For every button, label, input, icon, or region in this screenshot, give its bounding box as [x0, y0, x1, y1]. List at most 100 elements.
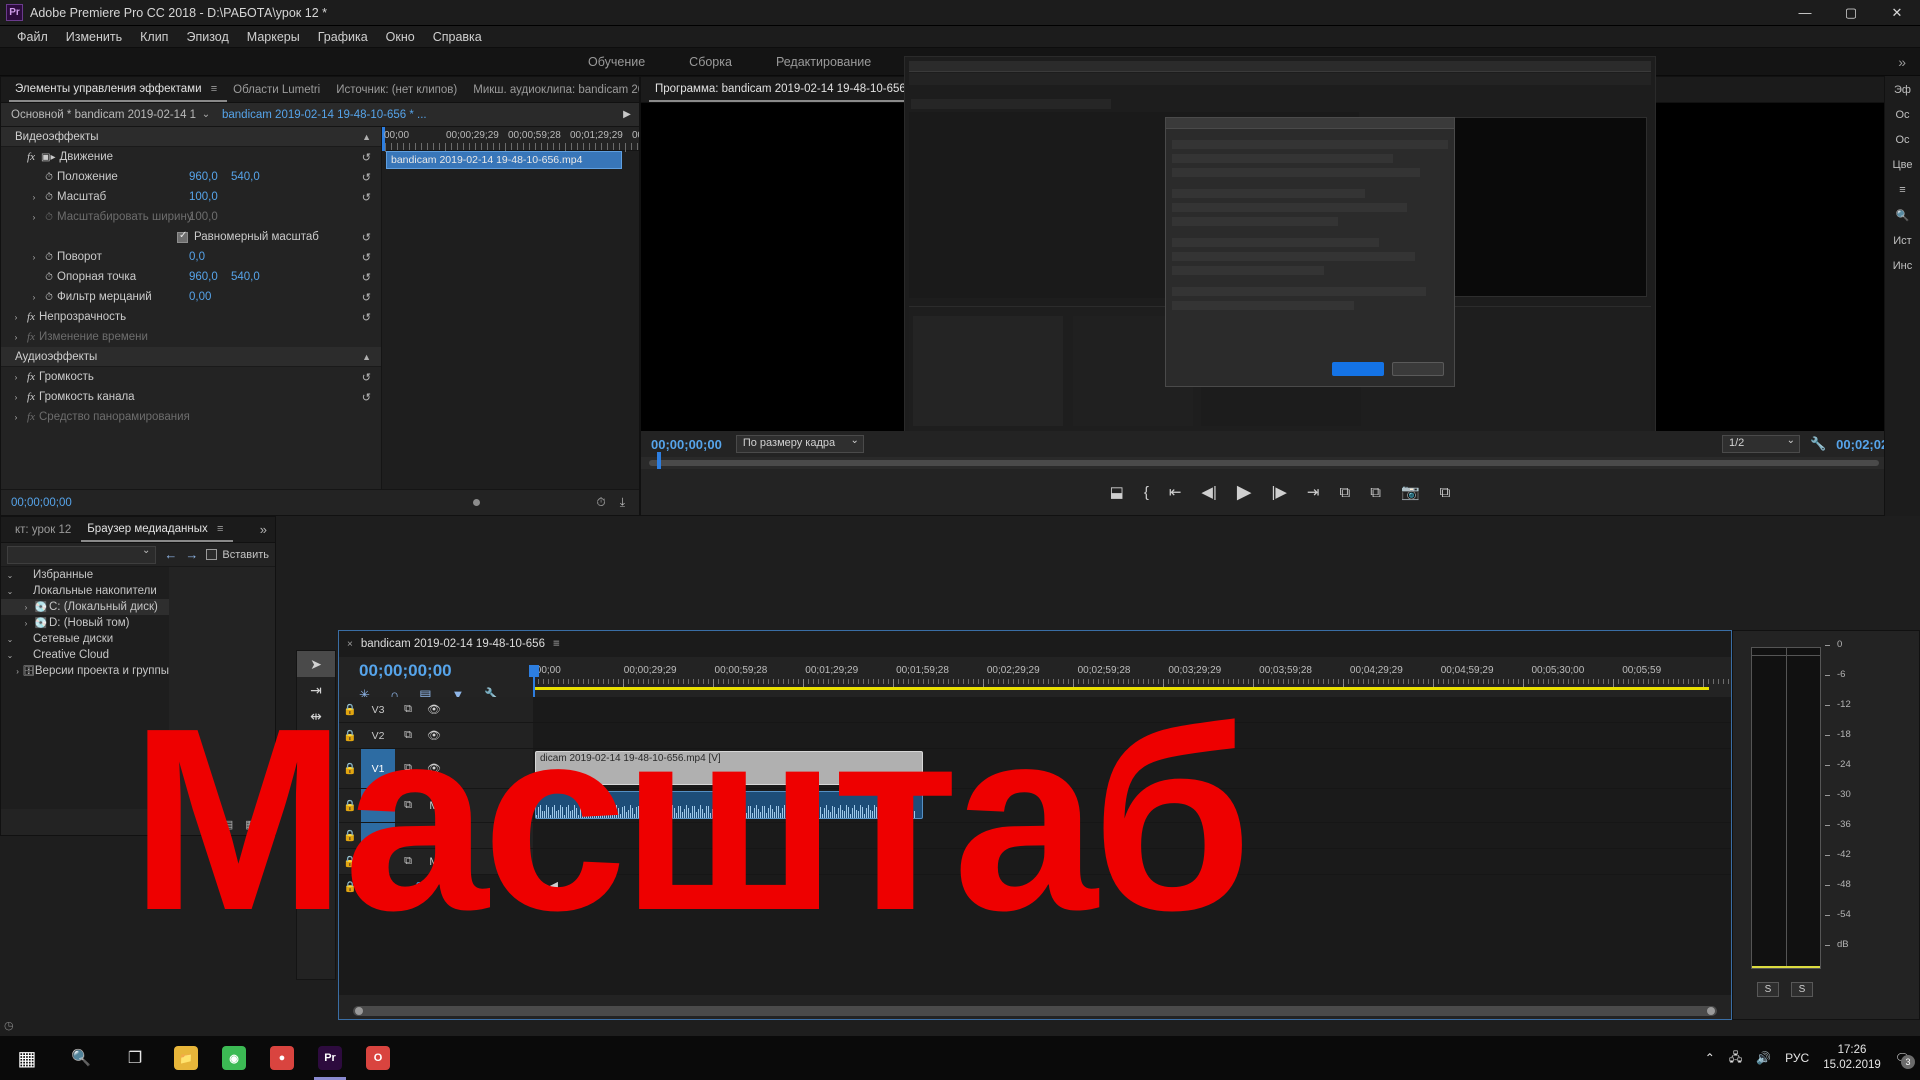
- reset-icon[interactable]: ↺: [362, 251, 371, 264]
- clock[interactable]: 17:26 15.02.2019: [1823, 1043, 1881, 1073]
- video-effect-row-value-1[interactable]: 100,0: [189, 191, 218, 203]
- task-view-icon[interactable]: ❐: [108, 1036, 162, 1080]
- extract-icon[interactable]: ⧉: [1370, 484, 1381, 501]
- list-view-icon[interactable]: ☰: [201, 818, 211, 831]
- panel-burger-icon[interactable]: ≡: [553, 638, 560, 650]
- timeline-track-header-v2[interactable]: 🔒 V2 ⧉ 👁: [339, 723, 533, 749]
- ec-zoom-left-handle[interactable]: [473, 499, 480, 506]
- media-browser-path-dropdown[interactable]: [7, 545, 157, 564]
- video-effect-row[interactable]: › fx Непрозрачность ↺: [1, 307, 381, 327]
- tab-effect-controls[interactable]: Элементы управления эффектами ≡: [9, 78, 228, 102]
- workspace-overflow-icon[interactable]: »: [1898, 54, 1906, 70]
- video-effect-row[interactable]: › ⏱ Фильтр мерцаний 0,00 ↺: [1, 287, 381, 307]
- stopwatch-icon[interactable]: ⏱: [41, 172, 57, 183]
- twirl-icon[interactable]: ›: [9, 313, 23, 322]
- lock-icon[interactable]: 🔒: [339, 829, 361, 842]
- tabs-overflow-icon[interactable]: »: [252, 522, 275, 537]
- taskbar-app-chrome[interactable]: ◉: [210, 1036, 258, 1080]
- video-effect-row[interactable]: ⏱ Положение 960,0 540,0 ↺: [1, 167, 381, 187]
- program-monitor-scrubber[interactable]: [641, 452, 1919, 470]
- twirl-icon[interactable]: ›: [27, 253, 41, 262]
- stopwatch-icon[interactable]: ⏱: [41, 252, 57, 263]
- effect-controls-timeline[interactable]: 00;00 00;00;29;29 00;00;59;28 00;01;29;29 00…: [382, 127, 639, 515]
- solo-button-left[interactable]: S: [1757, 982, 1779, 997]
- insert-checkbox-group[interactable]: Вставить: [206, 549, 269, 561]
- workspace-editing[interactable]: Редактирование: [754, 51, 893, 73]
- audio-effects-section[interactable]: Аудиоэффекты ▲: [1, 347, 381, 367]
- rail-info-icon[interactable]: Инс: [1893, 260, 1912, 272]
- transform-box-icon[interactable]: ▣▸: [41, 152, 55, 163]
- close-button[interactable]: ✕: [1874, 0, 1920, 26]
- timeline-tracks[interactable]: 🔒 V3 ⧉ 👁 🔒 V2 ⧉ 👁 🔒 V1 ⧉ 👁 dicam 2019-02-14 19-48-10…: [339, 697, 1731, 995]
- timeline-track-header-v1[interactable]: 🔒 V1 ⧉ 👁: [339, 749, 533, 789]
- effect-controls-clip-bar[interactable]: bandicam 2019-02-14 19-48-10-656.mp4: [386, 151, 622, 169]
- panel-burger-icon[interactable]: ≡: [217, 523, 223, 535]
- lock-icon[interactable]: 🔒: [339, 762, 361, 775]
- insert-checkbox[interactable]: [206, 549, 218, 560]
- video-effect-row[interactable]: ⏱ Опорная точка 960,0 540,0 ↺: [1, 267, 381, 287]
- sync-lock-icon[interactable]: ⧉: [395, 729, 421, 742]
- timeline-master-track[interactable]: 🔒 овной 0,0: [339, 875, 533, 897]
- fit-scale-dropdown[interactable]: По размеру кадра: [735, 435, 864, 453]
- twirl-icon[interactable]: ›: [19, 619, 33, 628]
- effect-controls-timecode[interactable]: 00;00;00;00: [1, 497, 72, 509]
- track-visibility-eye-icon[interactable]: 👁: [421, 762, 447, 775]
- scrubber-playhead[interactable]: [657, 452, 661, 470]
- menu-window[interactable]: Окно: [377, 28, 424, 46]
- step-back-icon[interactable]: ◀|: [1201, 483, 1216, 501]
- stopwatch-icon[interactable]: ⏱: [41, 292, 57, 303]
- notifications-icon[interactable]: 🗨 3: [1895, 1051, 1915, 1069]
- sync-lock-icon[interactable]: ⧉: [395, 855, 421, 868]
- tab-audio-clip-mixer[interactable]: Микш. аудиоклипа: bandicam 2019-02-14: [467, 79, 639, 101]
- menu-markers[interactable]: Маркеры: [238, 28, 309, 46]
- twirl-icon[interactable]: ›: [13, 667, 22, 676]
- reset-icon[interactable]: ↺: [362, 291, 371, 304]
- taskbar-app-opera[interactable]: O: [354, 1036, 402, 1080]
- media-browser-tree-item[interactable]: ⌄ Локальные накопители: [1, 583, 169, 599]
- twirl-icon[interactable]: ›: [9, 393, 23, 402]
- ripple-edit-tool-icon[interactable]: ⇹: [297, 703, 335, 729]
- timeline-lane-a2[interactable]: [533, 823, 1731, 849]
- audio-effect-row[interactable]: › fx Громкость ↺: [1, 367, 381, 387]
- lock-icon[interactable]: 🔒: [339, 799, 361, 812]
- menu-graphics[interactable]: Графика: [309, 28, 377, 46]
- taskbar-app-file-explorer[interactable]: 📁: [162, 1036, 210, 1080]
- media-browser-tree-item[interactable]: ⌄ Избранные: [1, 567, 169, 583]
- track-visibility-eye-icon[interactable]: 👁: [421, 703, 447, 716]
- media-browser-tree[interactable]: ⌄ Избранные ⌄ Локальные накопители › 💽 C: (Лок…: [1, 567, 169, 809]
- twirl-icon[interactable]: ›: [27, 193, 41, 202]
- track-visibility-eye-icon[interactable]: 👁: [421, 729, 447, 742]
- pen-tool-icon[interactable]: ✒: [297, 781, 335, 807]
- tray-expand-icon[interactable]: ⌃: [1705, 1051, 1715, 1065]
- sync-lock-icon[interactable]: ⧉: [395, 703, 421, 716]
- volume-icon[interactable]: 🔊: [1756, 1051, 1771, 1065]
- taskbar-app-recorder[interactable]: ●: [258, 1036, 306, 1080]
- track-mute-icon[interactable]: M: [421, 830, 447, 842]
- media-browser-tree-item[interactable]: › 💽 D: (Новый том): [1, 615, 169, 631]
- step-forward-icon[interactable]: |▶: [1271, 483, 1286, 501]
- video-effect-row[interactable]: › ⏱ Масштаб 100,0 ↺: [1, 187, 381, 207]
- stopwatch-icon[interactable]: ⏱: [41, 272, 57, 283]
- timeline-track-header-a2[interactable]: 🔒 A2 ⧉ M S: [339, 823, 533, 849]
- timeline-audio-clip[interactable]: [535, 791, 923, 819]
- timeline-master-keyframe-icon[interactable]: ▶◀: [541, 879, 558, 892]
- audio-effect-row[interactable]: › fx Средство панорамирования: [1, 407, 381, 427]
- timeline-lane-v2[interactable]: [533, 723, 1731, 749]
- reset-icon[interactable]: ↺: [362, 151, 371, 164]
- media-browser-tree-item[interactable]: ⌄ Сетевые диски: [1, 631, 169, 647]
- timeline-track-header-v3[interactable]: 🔒 V3 ⧉ 👁: [339, 697, 533, 723]
- twirl-icon[interactable]: ⌄: [3, 571, 17, 580]
- timeline-horizontal-scrollbar[interactable]: [353, 1006, 1717, 1016]
- type-tool-icon[interactable]: T: [297, 833, 335, 859]
- video-effect-row[interactable]: › fx Изменение времени: [1, 327, 381, 347]
- rail-source-icon[interactable]: Ист: [1893, 235, 1911, 247]
- network-icon[interactable]: 🖧: [1729, 1048, 1742, 1069]
- comparison-view-icon[interactable]: ⧉: [1440, 484, 1451, 501]
- effect-controls-ruler[interactable]: 00;00 00;00;29;29 00;00;59;28 00;01;29;29 00…: [382, 127, 639, 152]
- track-name-v3[interactable]: V3: [361, 704, 395, 716]
- tab-project[interactable]: кт: урок 12: [9, 519, 81, 541]
- track-name-v1[interactable]: V1: [361, 749, 395, 788]
- reset-icon[interactable]: ↺: [362, 391, 371, 404]
- rail-color-icon[interactable]: Цве: [1893, 159, 1913, 171]
- timeline-tab[interactable]: × bandicam 2019-02-14 19-48-10-656 ≡: [339, 631, 1731, 657]
